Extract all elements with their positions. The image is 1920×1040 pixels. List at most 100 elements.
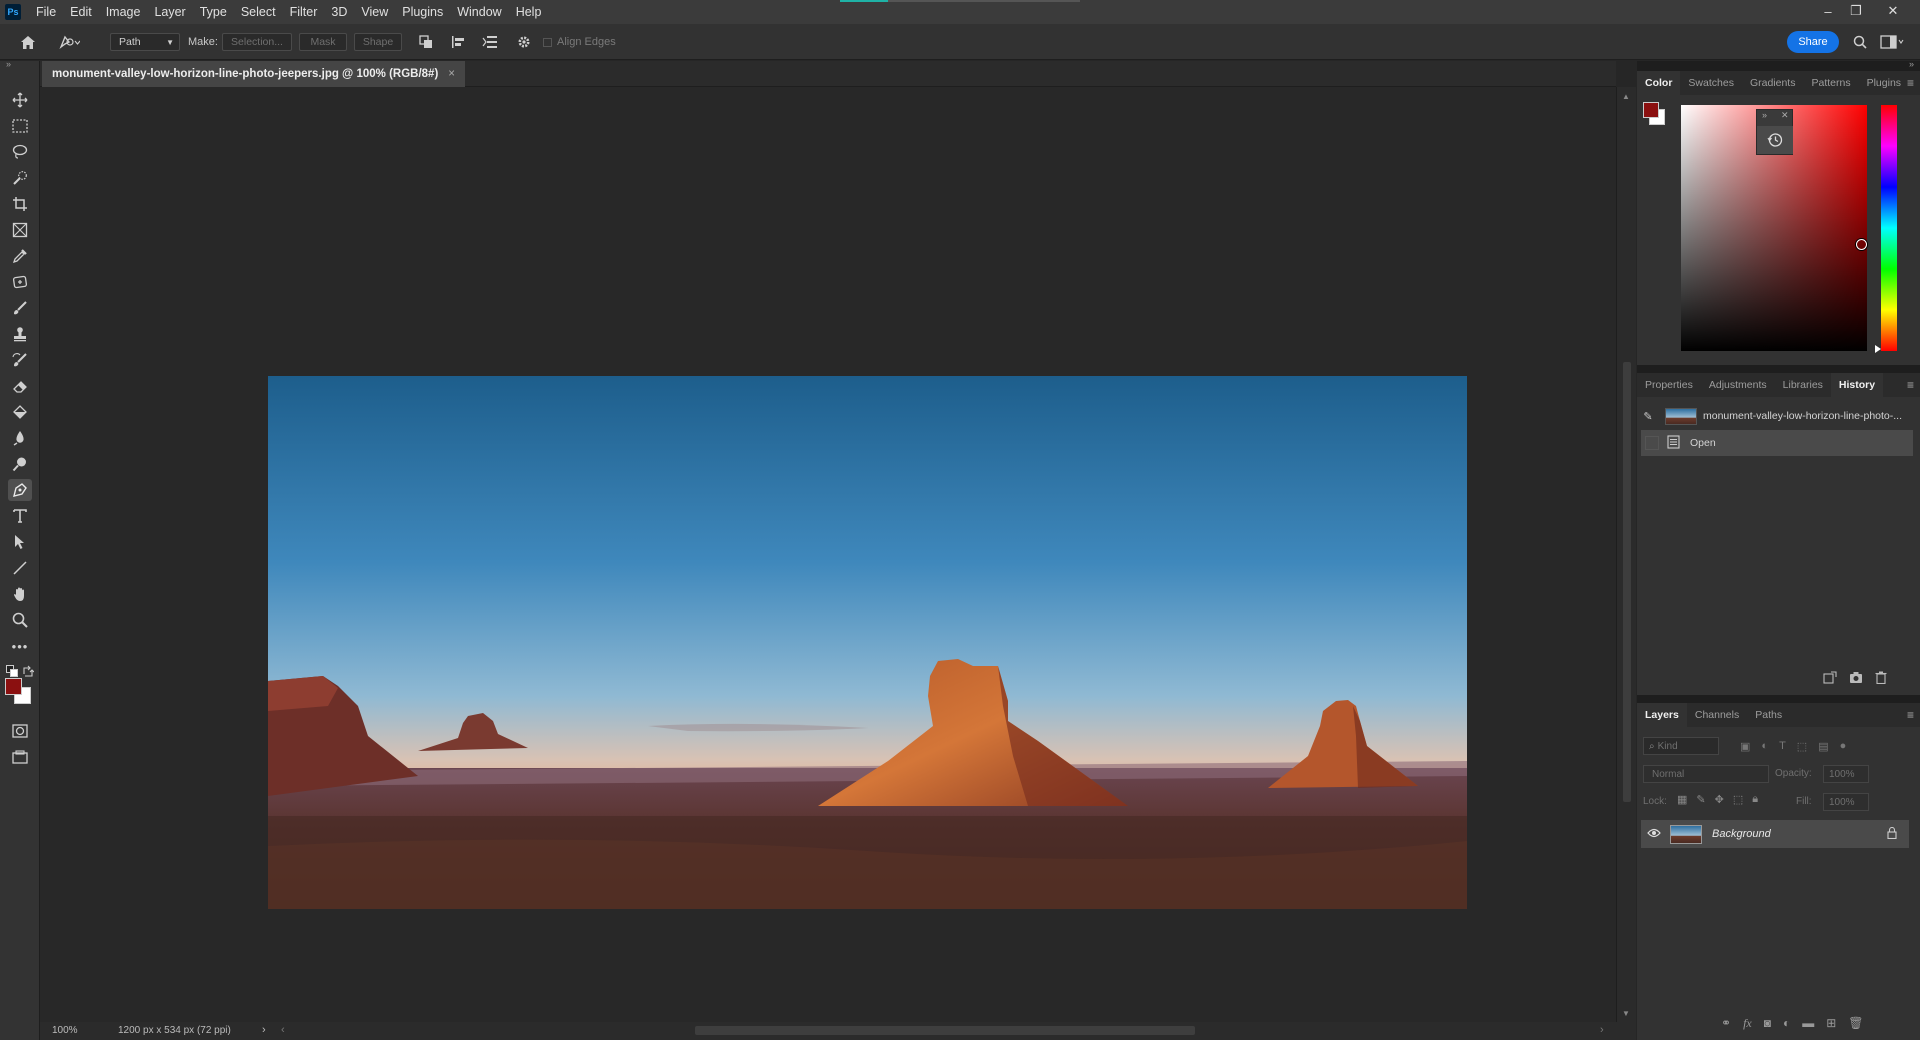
tab-swatches[interactable]: Swatches	[1680, 71, 1742, 95]
tab-adjustments[interactable]: Adjustments	[1701, 373, 1775, 397]
foreground-color-swatch[interactable]	[5, 678, 22, 695]
menu-select[interactable]: Select	[234, 0, 283, 24]
menu-3d[interactable]: 3D	[324, 0, 354, 24]
swap-colors-icon[interactable]	[22, 665, 35, 680]
lock-position-icon[interactable]: ✥	[1715, 793, 1724, 806]
menu-plugins[interactable]: Plugins	[395, 0, 450, 24]
brush-tool-icon[interactable]	[8, 297, 32, 319]
menu-window[interactable]: Window	[450, 0, 508, 24]
path-selection-tool-icon[interactable]	[8, 531, 32, 553]
menu-edit[interactable]: Edit	[63, 0, 99, 24]
blur-tool-icon[interactable]	[8, 427, 32, 449]
scroll-right-icon[interactable]: ›	[1600, 1024, 1604, 1036]
scroll-left-icon[interactable]: ‹	[281, 1024, 285, 1036]
history-state-checkbox[interactable]	[1645, 436, 1659, 450]
make-mask-button[interactable]: Mask	[299, 33, 347, 51]
clone-stamp-tool-icon[interactable]	[8, 323, 32, 345]
workspace-switcher-icon[interactable]	[1877, 24, 1907, 60]
make-selection-button[interactable]: Selection...	[222, 33, 292, 51]
search-icon[interactable]	[1850, 24, 1870, 60]
zoom-level[interactable]: 100%	[52, 1025, 78, 1036]
popup-close-icon[interactable]: ✕	[1781, 110, 1789, 121]
panel-menu-icon[interactable]: ≡	[1907, 76, 1914, 90]
layer-row[interactable]: Background	[1641, 820, 1909, 848]
zoom-tool-icon[interactable]	[8, 609, 32, 631]
path-arrangement-icon[interactable]	[481, 24, 499, 60]
quick-mask-icon[interactable]	[8, 720, 32, 742]
link-layers-icon[interactable]: ⚭	[1721, 1016, 1731, 1031]
blend-mode-select[interactable]: Normal	[1643, 765, 1769, 783]
tab-properties[interactable]: Properties	[1637, 373, 1701, 397]
folder-icon[interactable]: ▬	[1802, 1016, 1814, 1031]
dodge-tool-icon[interactable]	[8, 453, 32, 475]
menu-view[interactable]: View	[354, 0, 395, 24]
lock-image-icon[interactable]: ✎	[1696, 793, 1705, 806]
document-image[interactable]	[268, 376, 1467, 909]
menu-image[interactable]: Image	[99, 0, 148, 24]
fx-icon[interactable]: fx	[1743, 1016, 1752, 1031]
type-tool-icon[interactable]	[8, 505, 32, 527]
tool-mode-select[interactable]: Path ▼	[110, 33, 180, 51]
shape-filter-icon[interactable]: ⬚	[1797, 740, 1807, 753]
pixel-filter-icon[interactable]: ▣	[1740, 740, 1750, 753]
history-brush-source-icon[interactable]: ✎	[1637, 410, 1659, 423]
share-button[interactable]: Share	[1787, 31, 1839, 53]
history-snapshot-row[interactable]: ✎ monument-valley-low-horizon-line-photo…	[1637, 403, 1920, 429]
menu-filter[interactable]: Filter	[283, 0, 325, 24]
tab-history[interactable]: History	[1830, 373, 1884, 397]
camera-icon[interactable]	[1849, 671, 1863, 687]
home-icon[interactable]	[16, 24, 40, 60]
crop-tool-icon[interactable]	[8, 193, 32, 215]
restore-button[interactable]: ❐	[1841, 0, 1871, 22]
tab-plugins[interactable]: Plugins	[1859, 71, 1909, 95]
hue-slider[interactable]	[1875, 105, 1897, 353]
history-icon[interactable]	[1757, 126, 1793, 154]
line-tool-icon[interactable]	[8, 557, 32, 579]
tab-color[interactable]: Color	[1637, 71, 1681, 95]
healing-brush-tool-icon[interactable]	[8, 271, 32, 293]
color-foreground-swatch[interactable]	[1643, 102, 1659, 118]
gear-icon[interactable]	[515, 24, 533, 60]
tab-libraries[interactable]: Libraries	[1775, 373, 1831, 397]
smart-object-filter-icon[interactable]: ▤	[1818, 740, 1828, 753]
lock-all-icon[interactable]: 🔒︎	[1752, 793, 1758, 806]
scroll-up-icon[interactable]: ▲	[1622, 92, 1630, 101]
new-layer-icon[interactable]: ⊞	[1826, 1016, 1836, 1031]
collapse-panels-icon[interactable]: »	[1909, 59, 1914, 69]
eye-icon[interactable]	[1647, 827, 1661, 841]
eyedropper-tool-icon[interactable]	[8, 245, 32, 267]
lock-artboard-icon[interactable]: ⬚	[1733, 793, 1743, 806]
menu-help[interactable]: Help	[509, 0, 549, 24]
tab-channels[interactable]: Channels	[1687, 703, 1747, 727]
align-edges-checkbox[interactable]: Align Edges	[543, 24, 616, 60]
eraser-tool-icon[interactable]	[8, 375, 32, 397]
hand-tool-icon[interactable]	[8, 583, 32, 605]
trash-icon[interactable]: 🗑︎	[1848, 1016, 1863, 1031]
lock-icon[interactable]	[1887, 826, 1897, 842]
pen-tool-preset-picker[interactable]	[58, 24, 98, 60]
path-operations-icon[interactable]	[417, 24, 435, 60]
adjustment-layer-icon[interactable]: ◐	[1783, 1016, 1790, 1031]
menu-type[interactable]: Type	[193, 0, 234, 24]
pen-tool-icon[interactable]	[8, 479, 32, 501]
type-filter-icon[interactable]: T	[1779, 740, 1786, 753]
close-tab-icon[interactable]: ×	[448, 68, 455, 80]
add-mask-icon[interactable]: ◙	[1764, 1016, 1771, 1031]
vertical-scroll-thumb[interactable]	[1623, 362, 1631, 802]
filter-toggle-icon[interactable]: ●	[1840, 740, 1847, 753]
menu-file[interactable]: File	[29, 0, 63, 24]
path-alignment-icon[interactable]	[449, 24, 467, 60]
make-shape-button[interactable]: Shape	[354, 33, 402, 51]
paint-bucket-tool-icon[interactable]	[8, 401, 32, 423]
marquee-tool-icon[interactable]	[8, 115, 32, 137]
scroll-down-icon[interactable]: ▼	[1622, 1009, 1630, 1018]
tab-patterns[interactable]: Patterns	[1803, 71, 1858, 95]
menu-layer[interactable]: Layer	[147, 0, 192, 24]
layer-name[interactable]: Background	[1712, 828, 1771, 840]
minimize-button[interactable]: –	[1813, 0, 1843, 22]
chevron-right-icon[interactable]: ›	[262, 1024, 266, 1036]
history-state-row[interactable]: Open	[1641, 430, 1913, 456]
vertical-scrollbar[interactable]: ▲ ▼	[1616, 87, 1636, 1022]
more-tools-icon[interactable]: •••	[8, 635, 32, 657]
tab-gradients[interactable]: Gradients	[1742, 71, 1804, 95]
